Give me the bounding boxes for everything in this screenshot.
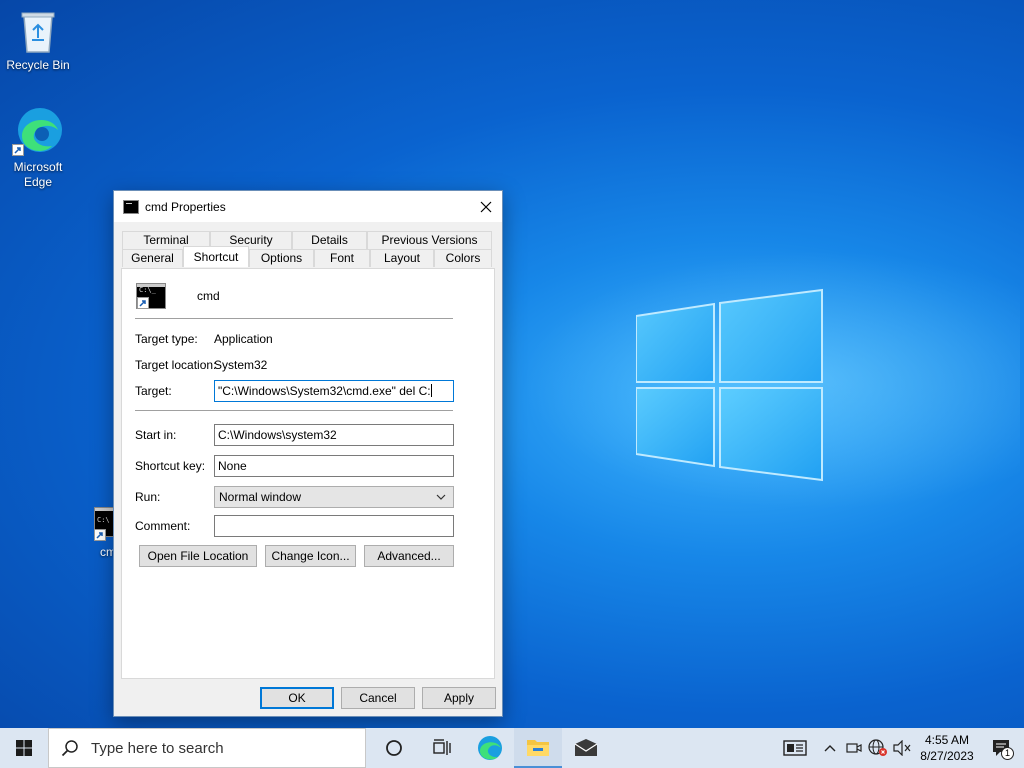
desktop-icon-microsoft-edge[interactable]: Microsoft Edge — [0, 106, 76, 190]
tab-shortcut[interactable]: Shortcut — [183, 246, 249, 267]
network-button[interactable] — [866, 728, 890, 768]
target-type-value: Application — [214, 332, 273, 346]
dialog-titlebar[interactable]: cmd Properties — [114, 191, 502, 222]
cancel-button[interactable]: Cancel — [341, 687, 415, 709]
tab-font[interactable]: Font — [314, 249, 370, 267]
taskbar-search-box[interactable]: Type here to search — [48, 728, 366, 768]
taskbar-mail-button[interactable] — [562, 728, 610, 768]
desktop-icon-label: Microsoft Edge — [13, 160, 63, 189]
comment-label: Comment: — [135, 519, 191, 533]
cmd-shortcut-icon: C:\_ — [136, 283, 166, 309]
notification-count-badge: 1 — [1001, 747, 1014, 760]
chevron-up-icon — [824, 745, 836, 752]
taskbar: Type here to search 4:55 AM 8/27/2023 1 — [0, 728, 1024, 768]
target-type-label: Target type: — [135, 332, 198, 346]
recycle-bin-icon — [18, 8, 58, 54]
cortana-circle-icon — [386, 740, 402, 756]
start-in-input[interactable]: C:\Windows\system32 — [214, 424, 454, 446]
target-location-label: Target location: — [135, 358, 217, 372]
tab-row-front: General Shortcut Options Font Layout Col… — [122, 246, 495, 267]
target-input[interactable]: "C:\Windows\System32\cmd.exe" del C: — [214, 380, 454, 402]
task-view-icon — [433, 739, 451, 755]
taskbar-edge-button[interactable] — [466, 728, 514, 768]
properties-dialog: cmd Properties Terminal Security Details… — [113, 190, 503, 717]
open-file-location-button[interactable]: Open File Location — [139, 545, 257, 567]
dialog-title: cmd Properties — [145, 199, 226, 214]
cmd-title-icon — [123, 199, 139, 214]
change-icon-button[interactable]: Change Icon... — [265, 545, 356, 567]
folder-icon — [527, 740, 549, 756]
start-button[interactable] — [0, 728, 48, 768]
camera-icon — [846, 743, 862, 753]
text-caret — [430, 384, 432, 397]
apply-button[interactable]: Apply — [422, 687, 496, 709]
taskbar-clock[interactable]: 4:55 AM 8/27/2023 — [914, 732, 980, 764]
system-tray: 4:55 AM 8/27/2023 1 — [772, 728, 1024, 768]
close-icon — [480, 201, 492, 212]
shortcut-name: cmd — [197, 289, 220, 303]
tab-details[interactable]: Details — [292, 231, 367, 249]
separator — [135, 318, 453, 319]
target-location-value: System32 — [214, 358, 268, 372]
clock-time: 4:55 AM — [924, 733, 970, 747]
edge-icon — [12, 106, 64, 156]
close-button[interactable] — [470, 191, 502, 222]
shortcut-arrow-icon — [94, 529, 106, 541]
comment-input[interactable] — [214, 515, 454, 537]
volume-muted-icon — [893, 740, 911, 756]
run-select[interactable]: Normal window — [214, 486, 454, 508]
cortana-button[interactable] — [370, 728, 418, 768]
ok-button[interactable]: OK — [260, 687, 334, 709]
show-hidden-icons-button[interactable] — [818, 728, 842, 768]
run-select-value: Normal window — [219, 490, 302, 504]
desktop-icon-cmd[interactable]: C:\ cmd — [72, 507, 114, 560]
tab-row-back: Terminal Security Details Previous Versi… — [122, 231, 495, 249]
desktop-icon-recycle-bin[interactable]: Recycle Bin — [0, 8, 76, 73]
cmd-icon: C:\ — [94, 507, 114, 541]
news-widget-button[interactable] — [772, 728, 818, 768]
taskbar-file-explorer-button[interactable] — [514, 728, 562, 768]
notification-center-button[interactable]: 1 — [980, 728, 1024, 768]
start-in-label: Start in: — [135, 428, 177, 442]
desktop-icon-label: cmd — [100, 545, 114, 559]
task-view-button[interactable] — [418, 728, 466, 768]
shortcut-key-input[interactable]: None — [214, 455, 454, 477]
windows-start-icon — [16, 740, 32, 756]
windows-logo-wallpaper-icon — [636, 288, 823, 482]
shortcut-arrow-icon — [12, 144, 24, 156]
tab-previous-versions[interactable]: Previous Versions — [367, 231, 492, 249]
clock-date: 8/27/2023 — [920, 749, 974, 763]
meet-now-button[interactable] — [842, 728, 866, 768]
tab-strip: Terminal Security Details Previous Versi… — [122, 231, 495, 267]
tab-layout[interactable]: Layout — [370, 249, 434, 267]
tab-options[interactable]: Options — [249, 249, 314, 267]
volume-button[interactable] — [890, 728, 914, 768]
shortcut-arrow-icon — [137, 297, 149, 309]
news-icon — [783, 740, 807, 756]
desktop-icon-label: Recycle Bin — [6, 58, 70, 72]
advanced-button[interactable]: Advanced... — [364, 545, 454, 567]
edge-icon — [478, 736, 502, 760]
network-globe-icon — [868, 739, 887, 756]
search-icon — [61, 740, 78, 757]
chevron-down-icon — [436, 494, 446, 500]
shortcut-key-label: Shortcut key: — [135, 459, 206, 473]
run-label: Run: — [135, 490, 161, 504]
tab-general[interactable]: General — [122, 249, 183, 267]
mail-icon — [574, 739, 598, 756]
target-label: Target: — [135, 384, 172, 398]
tab-colors[interactable]: Colors — [434, 249, 492, 267]
target-input-text: "C:\Windows\System32\cmd.exe" del C: — [218, 384, 431, 398]
separator — [135, 410, 453, 411]
search-placeholder: Type here to search — [91, 739, 224, 757]
